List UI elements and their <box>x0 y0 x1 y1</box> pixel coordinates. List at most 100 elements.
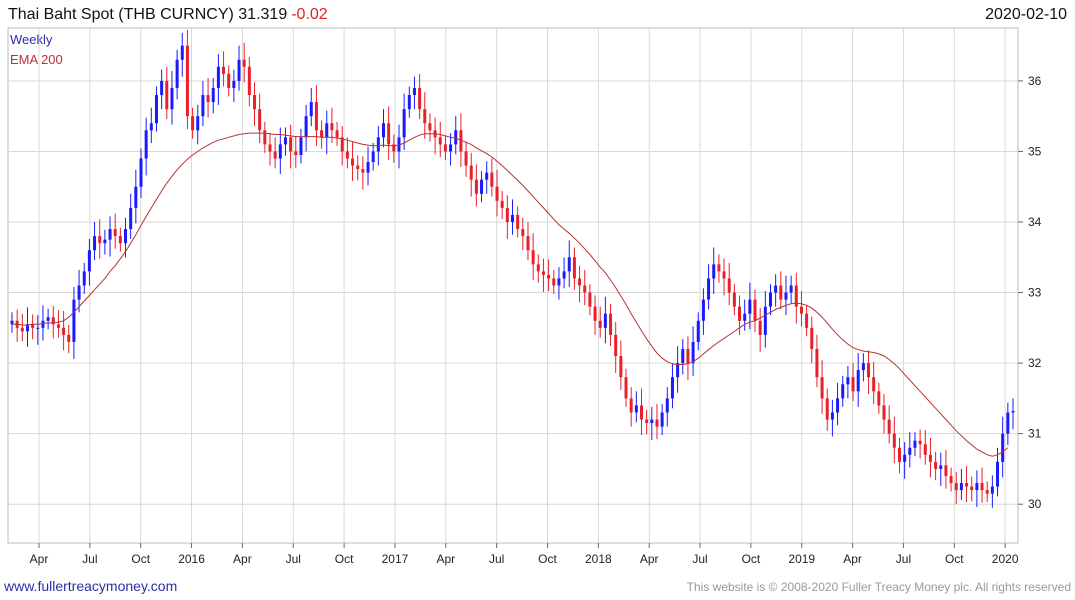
candle-body <box>490 172 494 187</box>
candle-body <box>345 151 349 159</box>
candle-body <box>686 348 690 364</box>
y-tick-label: 36 <box>1028 74 1042 88</box>
candle-body <box>216 66 220 88</box>
candle-body <box>779 285 783 300</box>
candle-body <box>72 299 76 342</box>
y-tick-label: 34 <box>1028 215 1042 229</box>
x-tick-label: 2017 <box>382 552 409 566</box>
candle-body <box>438 137 442 145</box>
candle-body <box>872 377 876 392</box>
candle-body <box>825 398 829 420</box>
candle-body <box>402 109 406 138</box>
candle-body <box>913 440 917 448</box>
candle-body <box>645 419 649 424</box>
candle-body <box>1006 412 1010 434</box>
candle-body <box>41 320 45 328</box>
candle-body <box>149 123 153 131</box>
candle-body <box>526 236 530 251</box>
candle-body <box>805 313 809 328</box>
x-tick-label: Jul <box>82 552 97 566</box>
candle-body <box>382 123 386 138</box>
candle-body <box>495 186 499 201</box>
candle-body <box>867 363 871 378</box>
candle-body <box>222 66 226 74</box>
candle-body <box>82 271 86 286</box>
candle-body <box>897 447 901 462</box>
x-tick-label: Oct <box>945 552 964 566</box>
candle-body <box>892 433 896 448</box>
candle-body <box>722 271 726 279</box>
candle-body <box>639 405 643 420</box>
candle-body <box>990 486 994 494</box>
candle-body <box>830 412 834 420</box>
candle-body <box>562 271 566 279</box>
candle-body <box>691 341 695 364</box>
candle-body <box>175 59 179 88</box>
candle-body <box>511 214 514 223</box>
y-tick-label: 31 <box>1028 427 1042 441</box>
y-tick-label: 30 <box>1028 497 1042 511</box>
candle-body <box>376 137 380 152</box>
candle-body <box>887 419 891 434</box>
candle-body <box>959 483 963 491</box>
candle-body <box>634 405 638 413</box>
candle-body <box>118 236 122 244</box>
copyright-text: This website is © 2008-2020 Fuller Treac… <box>686 580 1071 594</box>
candle-body <box>547 274 551 279</box>
x-tick-label: Apr <box>233 552 252 566</box>
candle-body <box>67 334 71 342</box>
y-tick-label: 33 <box>1028 286 1042 300</box>
ema-200-line <box>12 132 1009 457</box>
candle-body <box>1001 433 1005 462</box>
plot-frame <box>7 27 1019 544</box>
candle-body <box>676 363 680 378</box>
candle-body <box>227 73 231 88</box>
candle-body <box>108 229 112 240</box>
candle-body <box>598 320 602 328</box>
candle-body <box>918 440 922 445</box>
candle-body <box>681 348 685 364</box>
price-chart: 30 31 32 33 34 35 36 Apr Jul Oct 2016 Apr Jul Oct 2017… <box>7 27 1042 566</box>
candle-body <box>861 363 865 371</box>
candle-body <box>196 116 200 131</box>
candle-body <box>356 165 360 170</box>
candle-body <box>160 80 164 96</box>
candle-body <box>758 320 762 335</box>
candle-body <box>474 179 478 194</box>
candle-body <box>650 419 654 424</box>
candle-body <box>655 419 659 427</box>
candle-body <box>407 95 411 110</box>
candle-body <box>418 87 422 110</box>
candle-body <box>552 278 556 286</box>
candle-body <box>732 292 736 307</box>
candle-body <box>923 444 927 455</box>
candle-body <box>242 59 246 67</box>
y-tick-label: 35 <box>1028 144 1042 158</box>
candle-body <box>412 87 416 96</box>
candle-body <box>660 412 664 427</box>
candle-body <box>516 214 520 230</box>
candle-body <box>939 465 943 469</box>
candle-body <box>557 278 561 286</box>
candle-body <box>774 285 778 293</box>
candle-body <box>325 123 329 138</box>
candle-body <box>77 285 81 300</box>
x-tick-label: 2019 <box>788 552 815 566</box>
x-tick-label: Jul <box>489 552 504 566</box>
x-tick-label: Jul <box>692 552 707 566</box>
candle-body <box>536 264 540 272</box>
candle-body <box>588 292 592 307</box>
candle-body <box>882 405 886 420</box>
candle-body <box>954 483 958 491</box>
candle-body <box>480 179 484 194</box>
x-tick-label: Apr <box>436 552 455 566</box>
site-link[interactable]: www.fullertreacymoney.com <box>4 578 177 594</box>
candle-body <box>20 327 24 332</box>
candle-body <box>87 250 91 272</box>
candle-body <box>743 313 747 321</box>
candle-body <box>263 130 267 145</box>
candle-body <box>748 299 752 314</box>
candle-body <box>707 278 711 300</box>
candle-body <box>820 377 824 399</box>
candle-body <box>593 306 597 321</box>
